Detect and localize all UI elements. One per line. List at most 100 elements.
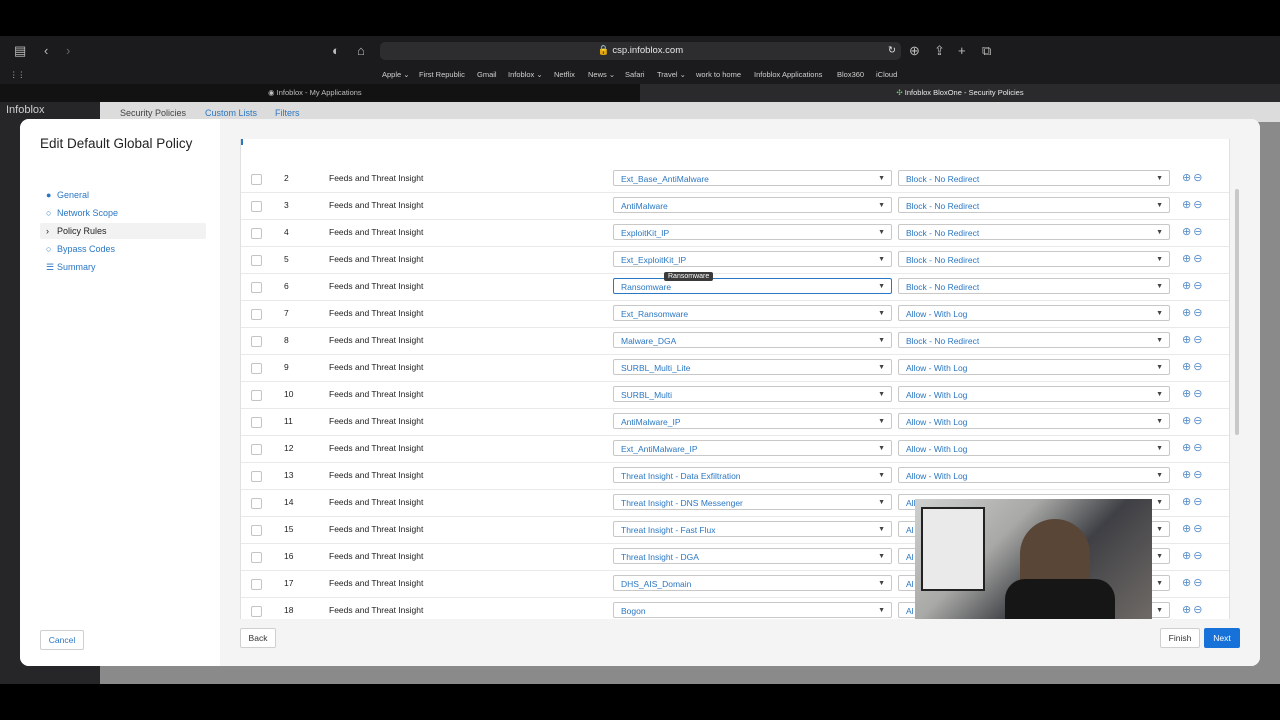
add-rule-icon[interactable]: ⊕ bbox=[1182, 199, 1193, 211]
action-select[interactable]: Block - No Redirect ▼ bbox=[898, 278, 1170, 294]
row-checkbox[interactable] bbox=[251, 498, 262, 509]
remove-rule-icon[interactable]: ⊖ bbox=[1193, 280, 1204, 292]
row-checkbox[interactable] bbox=[251, 363, 262, 374]
add-rule-icon[interactable]: ⊕ bbox=[1182, 550, 1193, 562]
row-checkbox[interactable] bbox=[251, 579, 262, 590]
row-checkbox[interactable] bbox=[251, 336, 262, 347]
row-checkbox[interactable] bbox=[251, 282, 262, 293]
add-rule-icon[interactable]: ⊕ bbox=[1182, 253, 1193, 265]
remove-rule-icon[interactable]: ⊖ bbox=[1193, 307, 1204, 319]
row-checkbox[interactable] bbox=[251, 606, 262, 617]
feed-select[interactable]: Ransomware ▼ bbox=[613, 278, 892, 294]
remove-rule-icon[interactable]: ⊖ bbox=[1193, 253, 1204, 265]
feed-select[interactable]: Threat Insight - Fast Flux ▼ bbox=[613, 521, 892, 537]
feed-select[interactable]: AntiMalware ▼ bbox=[613, 197, 892, 213]
remove-rule-icon[interactable]: ⊖ bbox=[1193, 577, 1204, 589]
action-select[interactable]: Allow - With Log ▼ bbox=[898, 386, 1170, 402]
bookmark-blox360[interactable]: Blox360 bbox=[837, 66, 864, 84]
feed-select[interactable]: Ext_AntiMalware_IP ▼ bbox=[613, 440, 892, 456]
home-icon[interactable]: ⌂ bbox=[357, 36, 365, 66]
feed-select[interactable]: Ext_ExploitKit_IP ▼ bbox=[613, 251, 892, 267]
add-rule-icon[interactable]: ⊕ bbox=[1182, 604, 1193, 616]
row-checkbox[interactable] bbox=[251, 471, 262, 482]
action-select[interactable]: Block - No Redirect ▼ bbox=[898, 170, 1170, 186]
add-rule-icon[interactable]: ⊕ bbox=[1182, 388, 1193, 400]
nav-summary[interactable]: ☰ Summary bbox=[46, 259, 96, 275]
row-checkbox[interactable] bbox=[251, 228, 262, 239]
nav-policy-rules[interactable]: › Policy Rules bbox=[40, 223, 206, 239]
reload-icon[interactable]: ↻ bbox=[888, 42, 896, 60]
remove-rule-icon[interactable]: ⊖ bbox=[1193, 388, 1204, 400]
feed-select[interactable]: ExploitKit_IP ▼ bbox=[613, 224, 892, 240]
row-checkbox[interactable] bbox=[251, 525, 262, 536]
grid-icon[interactable]: ⋮⋮ bbox=[10, 66, 25, 84]
feed-select[interactable]: DHS_AIS_Domain ▼ bbox=[613, 575, 892, 591]
new-tab-icon[interactable]: + bbox=[958, 36, 966, 66]
remove-rule-icon[interactable]: ⊖ bbox=[1193, 172, 1204, 184]
remove-rule-icon[interactable]: ⊖ bbox=[1193, 496, 1204, 508]
remove-rule-icon[interactable]: ⊖ bbox=[1193, 199, 1204, 211]
tabs-overview-icon[interactable]: ⧉ bbox=[982, 36, 991, 66]
row-checkbox[interactable] bbox=[251, 390, 262, 401]
nav-general[interactable]: ● General bbox=[46, 187, 89, 203]
row-checkbox[interactable] bbox=[251, 174, 262, 185]
bookmark-infoblox[interactable]: Infoblox ⌄ bbox=[508, 66, 543, 84]
remove-rule-icon[interactable]: ⊖ bbox=[1193, 334, 1204, 346]
remove-rule-icon[interactable]: ⊖ bbox=[1193, 361, 1204, 373]
share-icon[interactable]: ⇪ bbox=[934, 36, 945, 66]
row-checkbox[interactable] bbox=[251, 309, 262, 320]
tab-security-policies[interactable]: ✣ Infoblox BloxOne - Security Policies bbox=[640, 84, 1280, 102]
add-rule-icon[interactable]: ⊕ bbox=[1182, 496, 1193, 508]
add-rule-icon[interactable]: ⊕ bbox=[1182, 307, 1193, 319]
nav-bypass-codes[interactable]: ○ Bypass Codes bbox=[46, 241, 115, 257]
feed-select[interactable]: Threat Insight - DGA ▼ bbox=[613, 548, 892, 564]
feed-select[interactable]: Threat Insight - DNS Messenger ▼ bbox=[613, 494, 892, 510]
back-arrow-icon[interactable]: ‹ bbox=[44, 36, 48, 66]
action-select[interactable]: Allow - With Log ▼ bbox=[898, 305, 1170, 321]
add-rule-icon[interactable]: ⊕ bbox=[1182, 361, 1193, 373]
remove-rule-icon[interactable]: ⊖ bbox=[1193, 469, 1204, 481]
row-checkbox[interactable] bbox=[251, 417, 262, 428]
feed-select[interactable]: Bogon ▼ bbox=[613, 602, 892, 618]
next-button[interactable]: Next bbox=[1204, 628, 1240, 648]
feed-select[interactable]: Threat Insight - Data Exfiltration ▼ bbox=[613, 467, 892, 483]
add-rule-icon[interactable]: ⊕ bbox=[1182, 577, 1193, 589]
bookmark-safari[interactable]: Safari bbox=[625, 66, 645, 84]
remove-rule-icon[interactable]: ⊖ bbox=[1193, 604, 1204, 616]
remove-rule-icon[interactable]: ⊖ bbox=[1193, 415, 1204, 427]
feed-select[interactable]: Ext_Base_AntiMalware ▼ bbox=[613, 170, 892, 186]
action-select[interactable]: Allow - With Log ▼ bbox=[898, 467, 1170, 483]
feed-select[interactable]: SURBL_Multi ▼ bbox=[613, 386, 892, 402]
action-select[interactable]: Block - No Redirect ▼ bbox=[898, 332, 1170, 348]
bookmark-apple[interactable]: Apple ⌄ bbox=[382, 66, 410, 84]
action-select[interactable]: Allow - With Log ▼ bbox=[898, 440, 1170, 456]
add-rule-icon[interactable]: ⊕ bbox=[1182, 226, 1193, 238]
remove-rule-icon[interactable]: ⊖ bbox=[1193, 550, 1204, 562]
action-select[interactable]: Block - No Redirect ▼ bbox=[898, 197, 1170, 213]
forward-arrow-icon[interactable]: › bbox=[66, 36, 70, 66]
add-rule-icon[interactable]: ⊕ bbox=[1182, 280, 1193, 292]
tab-my-applications[interactable]: ◉ Infoblox - My Applications bbox=[262, 84, 638, 102]
address-bar[interactable]: 🔒 csp.infoblox.com ↻ bbox=[380, 42, 901, 60]
bookmark-news[interactable]: News ⌄ bbox=[588, 66, 615, 84]
add-rule-icon[interactable]: ⊕ bbox=[1182, 415, 1193, 427]
row-checkbox[interactable] bbox=[251, 201, 262, 212]
bookmark-icloud[interactable]: iCloud bbox=[876, 66, 897, 84]
bookmark-netflix[interactable]: Netflix bbox=[554, 66, 575, 84]
sidebar-toggle-icon[interactable]: ▤ bbox=[14, 36, 26, 66]
bookmark-first-republic[interactable]: First Republic bbox=[419, 66, 465, 84]
cancel-button[interactable]: Cancel bbox=[40, 630, 84, 650]
add-rule-icon[interactable]: ⊕ bbox=[1182, 523, 1193, 535]
nav-network-scope[interactable]: ○ Network Scope bbox=[46, 205, 118, 221]
bookmark-travel[interactable]: Travel ⌄ bbox=[657, 66, 686, 84]
back-button[interactable]: Back bbox=[240, 628, 276, 648]
feed-select[interactable]: Malware_DGA ▼ bbox=[613, 332, 892, 348]
finish-button[interactable]: Finish bbox=[1160, 628, 1200, 648]
add-rule-icon[interactable]: ⊕ bbox=[1182, 334, 1193, 346]
action-select[interactable]: Block - No Redirect ▼ bbox=[898, 224, 1170, 240]
action-select[interactable]: Allow - With Log ▼ bbox=[898, 413, 1170, 429]
row-checkbox[interactable] bbox=[251, 552, 262, 563]
feed-select[interactable]: Ext_Ransomware ▼ bbox=[613, 305, 892, 321]
download-icon[interactable]: ⊕ bbox=[909, 36, 920, 66]
row-checkbox[interactable] bbox=[251, 255, 262, 266]
